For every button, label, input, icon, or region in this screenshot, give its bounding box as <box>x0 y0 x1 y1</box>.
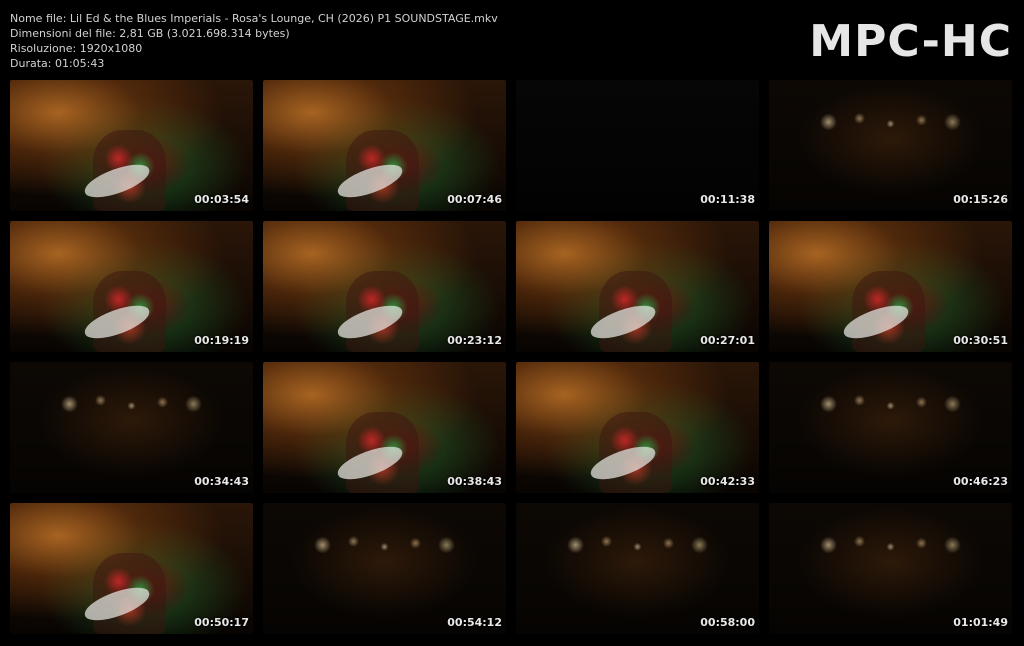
thumbnail-timestamp: 00:07:46 <box>447 193 502 206</box>
thumbnail-timestamp: 00:34:43 <box>194 475 249 488</box>
video-thumbnail: 00:23:12 <box>263 221 506 352</box>
video-thumbnail: 00:58:00 <box>516 503 759 634</box>
thumbnail-timestamp: 00:50:17 <box>194 616 249 629</box>
thumbnail-timestamp: 00:15:26 <box>953 193 1008 206</box>
thumbnail-timestamp: 00:19:19 <box>194 334 249 347</box>
stage-lights-image <box>812 526 969 564</box>
thumbnail-timestamp: 00:46:23 <box>953 475 1008 488</box>
thumbnail-timestamp: 00:11:38 <box>700 193 755 206</box>
resolution-text: Risoluzione: 1920x1080 <box>10 42 143 55</box>
thumbnail-timestamp: 00:27:01 <box>700 334 755 347</box>
stage-lights-image <box>812 385 969 423</box>
thumbnail-timestamp: 00:42:33 <box>700 475 755 488</box>
stage-lights-image <box>812 103 969 141</box>
video-thumbnail: 00:19:19 <box>10 221 253 352</box>
video-thumbnail: 00:38:43 <box>263 362 506 493</box>
file-name-text: Nome file: Lil Ed & the Blues Imperials … <box>10 12 498 25</box>
thumbnail-timestamp: 00:58:00 <box>700 616 755 629</box>
file-size-text: Dimensioni del file: 2,81 GB (3.021.698.… <box>10 27 290 40</box>
video-thumbnail: 00:42:33 <box>516 362 759 493</box>
thumbnail-timestamp: 00:38:43 <box>447 475 502 488</box>
stage-lights-image <box>306 526 463 564</box>
video-thumbnail: 00:07:46 <box>263 80 506 211</box>
thumbnail-timestamp: 00:23:12 <box>447 334 502 347</box>
stage-lights-image <box>53 385 210 423</box>
thumbnail-timestamp: 00:30:51 <box>953 334 1008 347</box>
video-thumbnail: 01:01:49 <box>769 503 1012 634</box>
thumbnail-grid: 00:03:54 00:07:46 00:11:38 00:15:26 00:19:19… <box>10 80 1014 636</box>
video-thumbnail: 00:54:12 <box>263 503 506 634</box>
video-thumbnail: 00:30:51 <box>769 221 1012 352</box>
video-thumbnail: 00:15:26 <box>769 80 1012 211</box>
video-thumbnail: 00:50:17 <box>10 503 253 634</box>
mpc-hc-logo: MPC-HC <box>809 16 1012 67</box>
thumbnail-timestamp: 01:01:49 <box>953 616 1008 629</box>
thumbnail-timestamp: 00:54:12 <box>447 616 502 629</box>
video-thumbnail: 00:03:54 <box>10 80 253 211</box>
duration-text: Durata: 01:05:43 <box>10 57 105 70</box>
video-thumbnail: 00:11:38 <box>516 80 759 211</box>
video-thumbnail: 00:46:23 <box>769 362 1012 493</box>
file-info: Nome file: Lil Ed & the Blues Imperials … <box>10 11 498 71</box>
video-thumbnail: 00:34:43 <box>10 362 253 493</box>
video-thumbnail: 00:27:01 <box>516 221 759 352</box>
thumbnail-timestamp: 00:03:54 <box>194 193 249 206</box>
stage-lights-image <box>559 526 716 564</box>
